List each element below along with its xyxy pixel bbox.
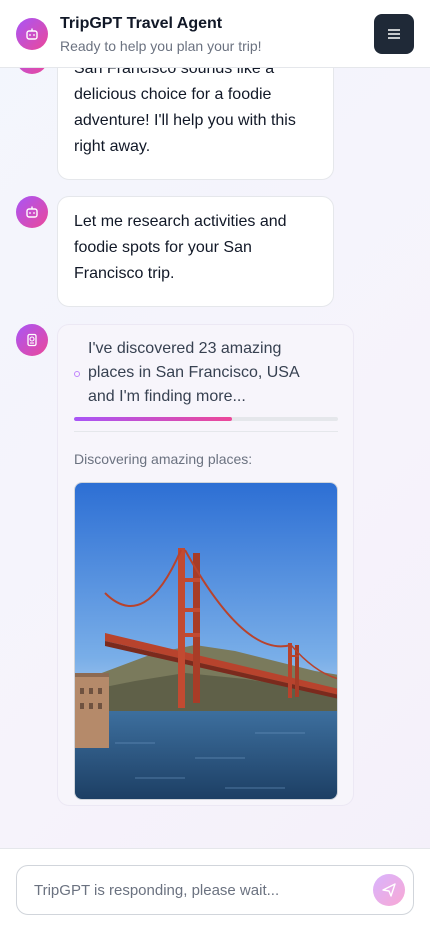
app-title: TripGPT Travel Agent — [60, 15, 223, 32]
discovery-progress-fill — [74, 417, 233, 421]
golden-gate-bridge-photo[interactable] — [74, 482, 338, 800]
divider — [74, 431, 338, 432]
discovery-card: I've discovered 23 amazing places in San… — [57, 324, 354, 806]
menu-button[interactable] — [374, 14, 414, 54]
send-button[interactable] — [373, 874, 405, 906]
passport-icon — [27, 333, 37, 347]
assistant-avatar — [16, 196, 48, 228]
app-header: TripGPT Travel Agent Ready to help you p… — [0, 0, 430, 68]
discovery-status-text: I've discovered 23 amazing places in San… — [88, 340, 299, 405]
send-icon — [382, 883, 396, 897]
message-input[interactable] — [18, 867, 358, 913]
assistant-message: Let me research activities and foodie sp… — [57, 196, 334, 307]
discovery-progress-bar — [74, 417, 338, 421]
composer-bar — [0, 848, 430, 932]
discover-label: Discovering amazing places: — [74, 451, 253, 467]
app-subtitle: Ready to help you plan your trip! — [60, 38, 262, 54]
app-avatar — [16, 18, 48, 50]
menu-icon — [388, 29, 400, 39]
robot-icon — [26, 206, 38, 218]
loading-spinner-icon — [74, 371, 80, 377]
assistant-avatar — [16, 324, 48, 356]
composer — [16, 865, 414, 915]
robot-icon — [26, 28, 38, 40]
discovery-status: I've discovered 23 amazing places in San… — [74, 337, 337, 409]
chat-area: San Francisco sounds like a delicious ch… — [0, 0, 430, 848]
